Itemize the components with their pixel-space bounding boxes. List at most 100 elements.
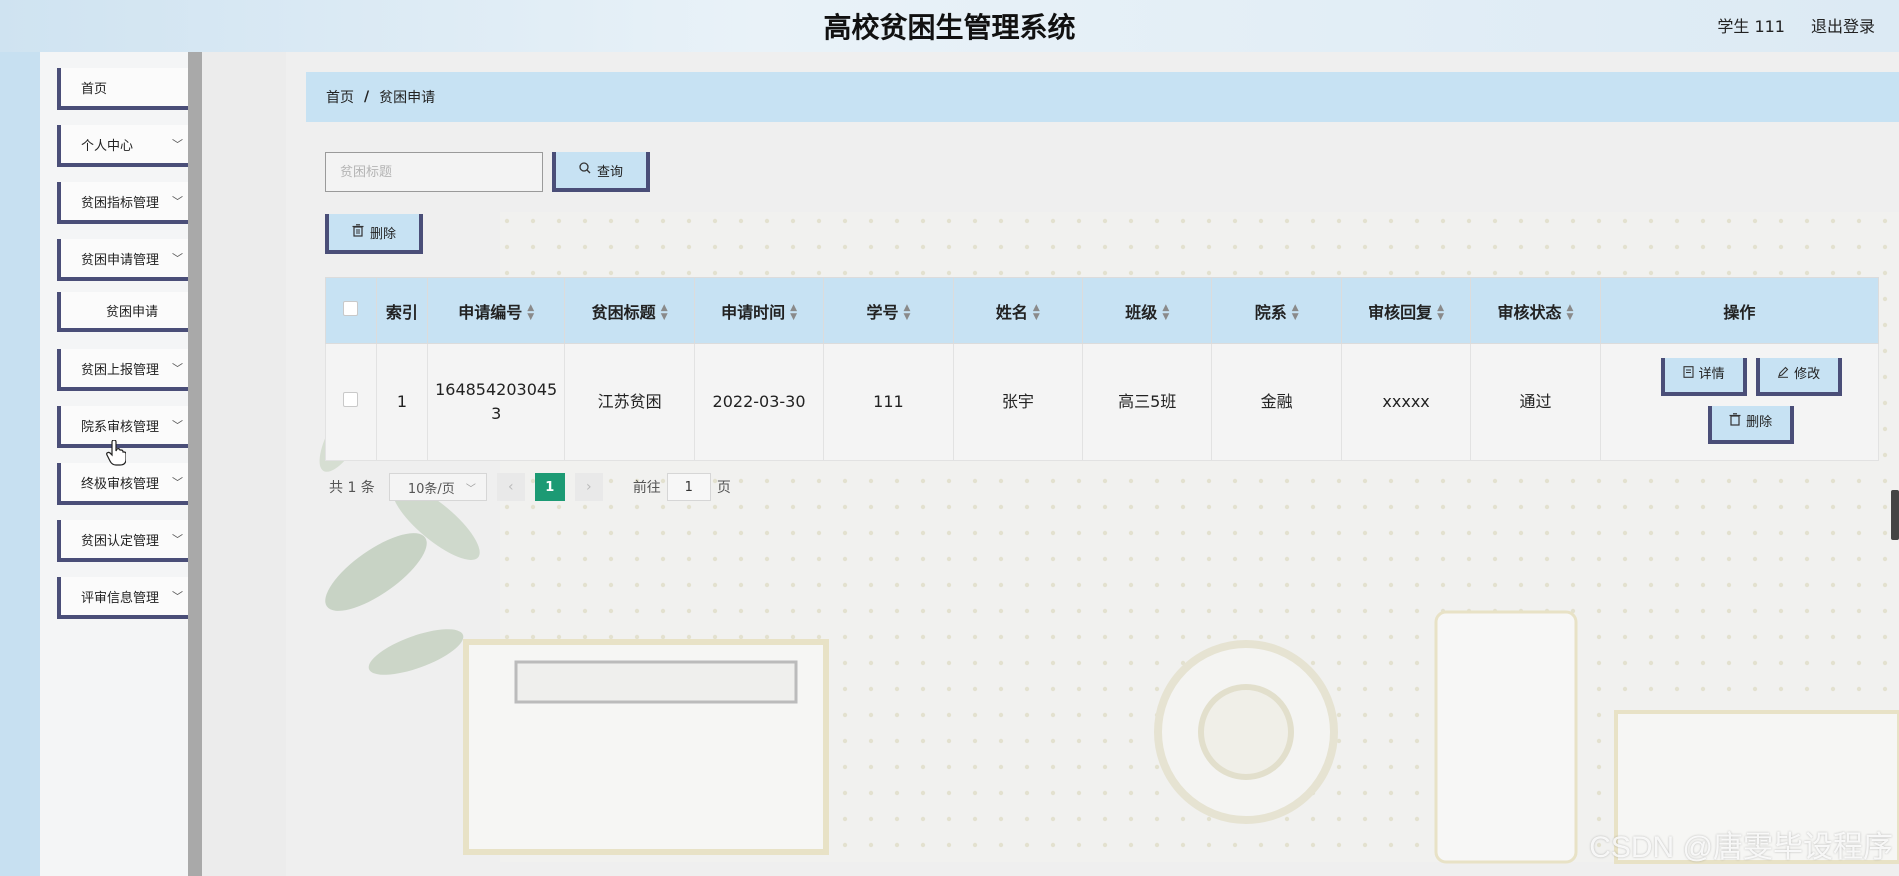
sort-icon[interactable]: ▲ ▼	[1292, 304, 1299, 322]
sidebar-item-review-info[interactable]: 评审信息管理 ﹀	[57, 577, 201, 619]
hand-cursor-icon	[106, 440, 126, 466]
edit-button-label: 修改	[1794, 367, 1821, 382]
table-header-row: 索引 申请编号 ▲ ▼ 贫困标题 ▲ ▼ 申请时间 ▲ ▼ 学号 ▲ ▼ 姓名 ▲ ▼ 班级 ▲ ▼ 院…	[325, 277, 1880, 344]
sidebar-item-final-review[interactable]: 终极审核管理 ﹀	[57, 463, 201, 505]
edit-icon	[1777, 363, 1789, 387]
chevron-right-icon: ›	[586, 479, 592, 495]
edit-button[interactable]: 修改	[1755, 358, 1842, 396]
main-scrollbar-thumb[interactable]	[1891, 490, 1899, 540]
page-suffix: 页	[716, 480, 731, 496]
sort-icon[interactable]: ▲ ▼	[1033, 304, 1040, 322]
row-checkbox[interactable]	[343, 392, 359, 407]
cell-title: 江苏贫困	[564, 343, 695, 461]
column-header-title[interactable]: 贫困标题 ▲ ▼	[564, 277, 695, 344]
trash-icon	[352, 223, 364, 241]
sidebar-item-home[interactable]: 首页	[57, 68, 201, 110]
pagination-total: 共 1 条	[329, 480, 375, 496]
watermark: CSDN @唐雯毕设程序	[1589, 831, 1893, 864]
cell-actions: 详情 修改 删除	[1599, 343, 1880, 461]
column-header-apply-no[interactable]: 申请编号 ▲ ▼	[426, 277, 566, 344]
select-all-cell[interactable]	[325, 277, 377, 344]
sidebar-subitem-poverty-application[interactable]: 贫困申请	[57, 292, 207, 332]
page-size-value: 10条/页	[407, 481, 455, 497]
chevron-down-icon: ﹀	[172, 195, 183, 208]
page-size-select[interactable]: 10条/页 ﹀	[388, 473, 487, 501]
chevron-down-icon: ﹀	[172, 476, 183, 489]
document-icon	[1683, 363, 1694, 387]
column-header-actions: 操作	[1599, 277, 1880, 344]
chevron-down-icon: ﹀	[465, 483, 476, 495]
sidebar-item-label: 个人中心	[81, 138, 134, 154]
query-button[interactable]: 查询	[552, 152, 650, 192]
chevron-down-icon: ﹀	[172, 362, 183, 375]
cell-student-no: 111	[823, 343, 954, 461]
top-header: 高校贫困生管理系统 学生 111 退出登录	[0, 0, 1899, 52]
query-button-label: 查询	[596, 164, 623, 180]
breadcrumb-current: 贫困申请	[379, 90, 436, 106]
current-user-label: 学生 111	[1717, 17, 1785, 36]
column-header-department[interactable]: 院系 ▲ ▼	[1211, 277, 1342, 344]
column-header-apply-time[interactable]: 申请时间 ▲ ▼	[693, 277, 825, 344]
search-icon	[579, 162, 591, 178]
row-delete-button[interactable]: 删除	[1707, 406, 1794, 444]
cell-class: 高三5班	[1082, 343, 1213, 461]
sidebar-item-poverty-indicator[interactable]: 贫困指标管理 ﹀	[57, 182, 201, 224]
sort-icon[interactable]: ▲ ▼	[1567, 304, 1574, 322]
pagination: 共 1 条 10条/页 ﹀ ‹ 1 › 前往 页	[329, 472, 731, 502]
goto-label: 前往	[632, 480, 661, 496]
cell-apply-no: 1648542030453	[426, 343, 566, 461]
prev-page-button[interactable]: ‹	[496, 473, 525, 501]
cell-department: 金融	[1211, 343, 1342, 461]
sidebar-scrollbar[interactable]	[188, 52, 202, 876]
goto-page-input[interactable]	[666, 473, 711, 501]
sidebar-item-label: 贫困指标管理	[81, 195, 160, 211]
detail-button[interactable]: 详情	[1660, 358, 1747, 396]
chevron-down-icon: ﹀	[172, 252, 183, 265]
sort-icon[interactable]: ▲ ▼	[1437, 304, 1444, 322]
chevron-down-icon: ﹀	[172, 419, 183, 432]
cell-apply-time: 2022-03-30	[693, 343, 825, 461]
sort-icon[interactable]: ▲ ▼	[527, 304, 534, 322]
application-table: 索引 申请编号 ▲ ▼ 贫困标题 ▲ ▼ 申请时间 ▲ ▼ 学号 ▲ ▼ 姓名 ▲ ▼ 班级 ▲ ▼ 院…	[325, 277, 1880, 461]
app-title: 高校贫困生管理系统	[823, 11, 1076, 44]
sidebar-item-label: 评审信息管理	[81, 590, 160, 606]
table-row: 1 1648542030453 江苏贫困 2022-03-30 111 张宇 高…	[325, 343, 1880, 461]
sidebar-item-poverty-application-management[interactable]: 贫困申请管理 ﹀	[57, 239, 201, 281]
next-page-button[interactable]: ›	[574, 473, 603, 501]
sidebar-item-poverty-report[interactable]: 贫困上报管理 ﹀	[57, 349, 201, 391]
chevron-down-icon: ﹀	[172, 138, 183, 151]
batch-delete-button[interactable]: 删除	[325, 214, 423, 254]
sidebar-item-label: 贫困认定管理	[81, 533, 160, 549]
sidebar-item-label: 贫困申请	[105, 304, 158, 320]
detail-button-label: 详情	[1698, 367, 1725, 382]
column-header-name[interactable]: 姓名 ▲ ▼	[952, 277, 1084, 344]
sort-icon[interactable]: ▲ ▼	[661, 304, 668, 322]
breadcrumb: 首页 / 贫困申请	[306, 72, 1899, 122]
breadcrumb-home[interactable]: 首页	[326, 87, 354, 107]
column-header-student-no[interactable]: 学号 ▲ ▼	[823, 277, 954, 344]
logout-link[interactable]: 退出登录	[1811, 13, 1875, 37]
sort-icon[interactable]: ▲ ▼	[1162, 304, 1169, 322]
sidebar-accent-strip	[0, 52, 40, 876]
sidebar-item-label: 院系审核管理	[81, 419, 160, 435]
search-input[interactable]	[325, 152, 543, 192]
content-gutter	[202, 52, 286, 876]
sidebar-item-department-review[interactable]: 院系审核管理 ﹀	[57, 406, 201, 448]
column-header-review-reply[interactable]: 审核回复 ▲ ▼	[1340, 277, 1472, 344]
row-select-cell[interactable]	[325, 343, 377, 461]
page-number-current[interactable]: 1	[534, 473, 565, 501]
breadcrumb-separator: /	[364, 89, 370, 105]
column-header-class[interactable]: 班级 ▲ ▼	[1082, 277, 1213, 344]
sidebar-item-poverty-certification[interactable]: 贫困认定管理 ﹀	[57, 520, 201, 562]
sidebar-item-label: 贫困上报管理	[81, 362, 160, 378]
sidebar-item-personal-center[interactable]: 个人中心 ﹀	[57, 125, 201, 167]
delete-button-label: 删除	[369, 226, 396, 242]
trash-icon	[1729, 411, 1741, 435]
column-header-review-status[interactable]: 审核状态 ▲ ▼	[1470, 277, 1601, 344]
chevron-left-icon: ‹	[508, 479, 514, 495]
sort-icon[interactable]: ▲ ▼	[904, 304, 911, 322]
sort-icon[interactable]: ▲ ▼	[790, 304, 797, 322]
cell-review-status: 通过	[1470, 343, 1601, 461]
sidebar-item-label: 贫困申请管理	[81, 252, 160, 268]
select-all-checkbox[interactable]	[343, 301, 359, 316]
